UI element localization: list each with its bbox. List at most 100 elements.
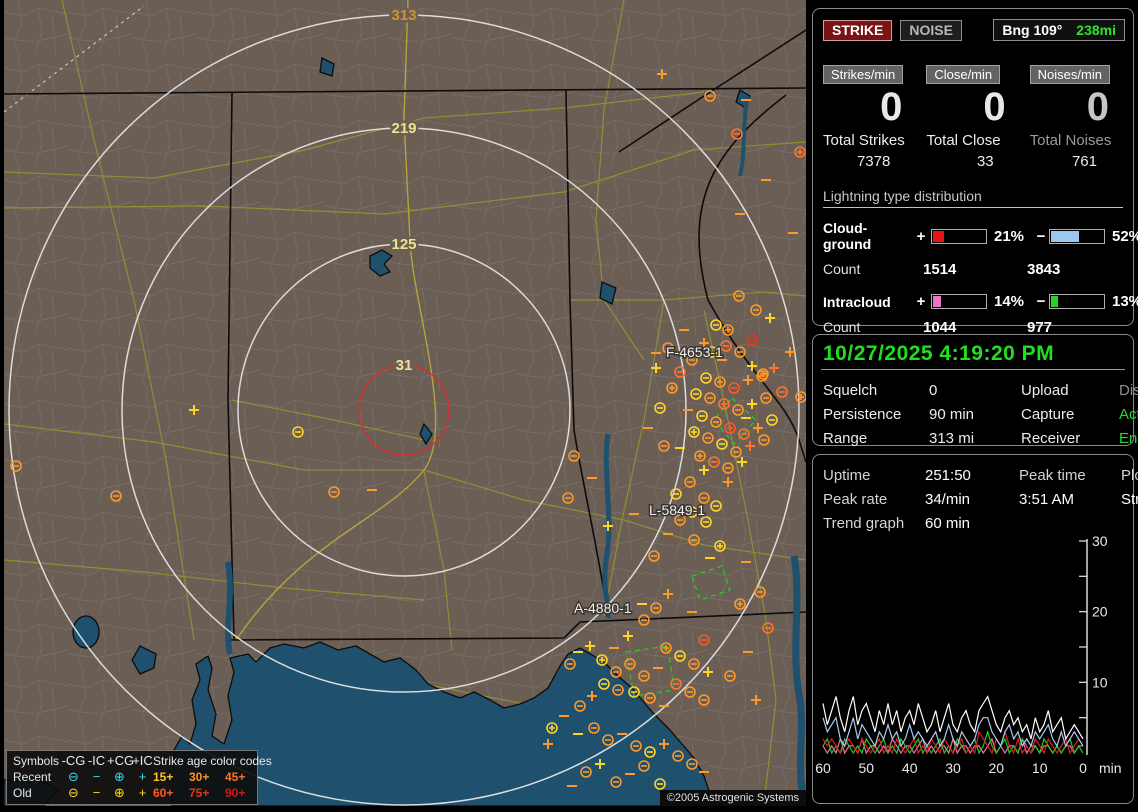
neg-cg-percent: 52%	[1112, 227, 1138, 245]
ring-label-219: 219	[391, 120, 416, 137]
capture-value: Active	[1119, 406, 1138, 423]
pos-cg-old-icon: ⊕	[114, 785, 125, 800]
trend-graph-value: 60 min	[925, 515, 971, 532]
close-per-min-column: Close/min 0 Total Close 33	[926, 65, 1019, 170]
strike-button[interactable]: STRIKE	[823, 19, 893, 41]
neg-ic-recent-icon: −	[92, 769, 101, 784]
uptime-label: Uptime	[823, 467, 871, 484]
total-noises-label: Total Noises	[1029, 132, 1112, 149]
range-label: Range	[823, 430, 868, 447]
age-90: 90+	[225, 786, 246, 800]
copyright-label: ©2005 Astrogenic Systems	[659, 790, 806, 806]
storm-cell-label: L-5849-1	[649, 502, 705, 518]
distribution-title: Lightning type distribution	[823, 188, 1123, 208]
range-value: 313 mi	[929, 430, 975, 447]
pos-cg-count: 1514	[923, 261, 957, 278]
squelch-label: Squelch	[823, 382, 878, 399]
pos-ic-recent-icon: +	[138, 769, 147, 784]
noise-button[interactable]: NOISE	[900, 19, 962, 41]
uptime-value: 251:50	[925, 467, 971, 484]
trend-x-label: 10	[1032, 760, 1048, 776]
trend-series-+IC	[822, 736, 1083, 755]
stats-trend-panel: Uptime 251:50 Peak time Plot Peak rate 3…	[812, 454, 1138, 804]
trend-x-label: 20	[989, 760, 1005, 776]
trend-x-label: 30	[945, 760, 961, 776]
neg-cg-count: 3843	[1027, 261, 1061, 278]
trend-series--IC	[822, 729, 1084, 755]
pos-cg-percent: 21%	[994, 227, 1025, 245]
trend-x-label: 0	[1079, 760, 1087, 776]
status-panel: 10/27/2025 4:19:20 PM Squelch 0 Upload D…	[812, 334, 1138, 447]
intracloud-label: Intracloud	[823, 293, 891, 310]
pos-ic-percent: 14%	[994, 293, 1025, 310]
total-strikes-label: Total Strikes	[823, 132, 905, 149]
storm-cell-label: A-4880-1	[574, 600, 632, 616]
plot-label: Plot	[1121, 467, 1138, 484]
strikes-per-min-label[interactable]: Strikes/min	[823, 65, 904, 84]
receiver-label: Receiver	[1021, 430, 1081, 447]
pos-ic-bar	[931, 294, 987, 309]
age-30: 30+	[189, 770, 210, 784]
squelch-value: 0	[929, 382, 938, 399]
trend-y-label: 20	[1092, 604, 1108, 620]
pos-cg-recent-icon: ⊕	[114, 769, 125, 784]
peak-time-label: Peak time	[1019, 467, 1086, 484]
neg-cg-bar	[1049, 228, 1105, 244]
lightning-map[interactable]: 31 125 219 313 F-4653-1 L-5849-1 A-4880-1 Symb…	[4, 0, 806, 806]
age-45: 45+	[225, 770, 246, 784]
neg-cg-recent-icon: ⊖	[68, 769, 79, 784]
noises-per-min-column: Noises/min 0 Total Noises 761	[1029, 65, 1123, 170]
neg-ic-percent: 13%	[1112, 293, 1138, 310]
trend-y-label: 30	[1092, 533, 1108, 549]
intracloud-row: Intracloud + 14% − 13%	[823, 293, 1138, 310]
persistence-label: Persistence	[823, 406, 902, 423]
pos-cg-bar	[931, 228, 987, 244]
noises-per-min-label[interactable]: Noises/min	[1029, 65, 1110, 84]
close-per-min-value: 0	[983, 85, 1006, 129]
legend-header-neg-cg: -CG	[61, 753, 86, 768]
capture-label: Capture	[1021, 406, 1075, 423]
ring-label-125: 125	[391, 236, 416, 253]
trend-x-label: 40	[902, 760, 918, 776]
plus-sign: +	[916, 227, 926, 245]
total-noises-value: 761	[1071, 153, 1097, 170]
legend-header-pos-ic: +IC	[132, 753, 153, 768]
minus-sign: −	[1036, 293, 1046, 310]
cloud-ground-row: Cloud-ground + 21% − 52%	[823, 220, 1138, 252]
legend-recent-label: Recent	[13, 770, 52, 784]
trend-x-label: 50	[859, 760, 875, 776]
bearing-value: Bng 109°	[1002, 22, 1063, 38]
peak-time-value: 3:51 AM	[1019, 491, 1075, 508]
bearing-display: Bng 109° 238mi	[993, 19, 1125, 41]
plus-sign: +	[916, 293, 926, 310]
trend-graph: 10 20 30 60 50 40 30 20 10 0 min	[815, 533, 1131, 801]
trend-graph-label: Trend graph	[823, 515, 905, 532]
pos-ic-old-icon: +	[138, 785, 147, 800]
total-close-label: Total Close	[926, 132, 1001, 149]
map-legend: Symbols -CG -IC +CG +IC Strike age color…	[6, 750, 272, 805]
neg-ic-old-icon: −	[92, 785, 101, 800]
strikes-per-min-column: Strikes/min 0 Total Strikes 7378	[823, 65, 916, 170]
trend-chart-canvas: 10 20 30 60 50 40 30 20 10 0 min	[815, 533, 1121, 776]
close-per-min-label[interactable]: Close/min	[926, 65, 1001, 84]
total-strikes-value: 7378	[856, 153, 891, 170]
plot-value: Strike	[1121, 491, 1138, 508]
legend-age-title: Strike age color codes	[153, 754, 272, 768]
persistence-value: 90 min	[929, 406, 975, 423]
age-75: 75+	[189, 786, 210, 800]
legend-header-neg-ic: -IC	[87, 753, 106, 768]
minus-sign: −	[1036, 227, 1046, 245]
peak-rate-value: 34/min	[925, 491, 971, 508]
upload-label: Upload	[1021, 382, 1069, 399]
cloud-ground-label: Cloud-ground	[823, 220, 872, 252]
counters-panel: STRIKE NOISE Bng 109° 238mi Strikes/min …	[812, 8, 1138, 336]
neg-cg-old-icon: ⊖	[68, 785, 79, 800]
receiver-value: Enabled	[1119, 430, 1138, 447]
trend-y-label: 10	[1092, 674, 1108, 690]
lightning-type-distribution: Lightning type distribution Cloud-ground…	[813, 170, 1138, 336]
map-canvas[interactable]: 31 125 219 313 F-4653-1 L-5849-1 A-4880-1	[4, 0, 806, 806]
noises-per-min-value: 0	[1086, 85, 1109, 129]
trend-series-+CG	[822, 729, 1084, 755]
legend-symbols-title: Symbols	[13, 754, 60, 768]
age-15: 15+	[153, 770, 174, 784]
